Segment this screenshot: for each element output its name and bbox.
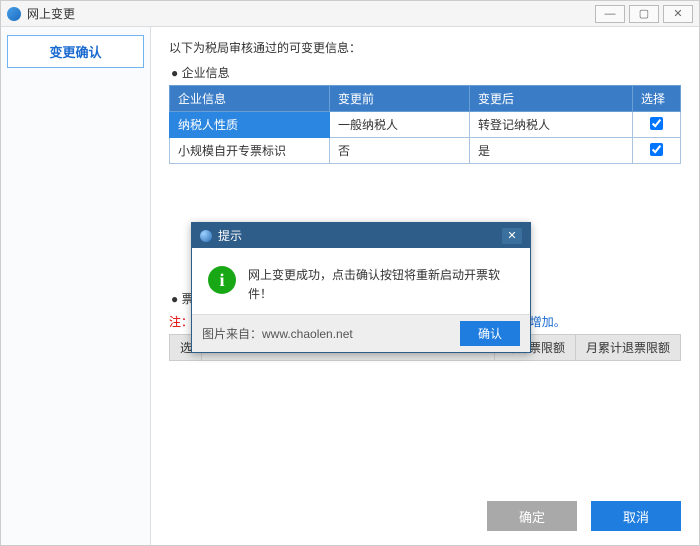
dialog-message: 网上变更成功，点击确认按钮将重新启动开票软件！ — [248, 266, 514, 304]
app-window: 网上变更 — ▢ ✕ 变更确认 以下为税局审核通过的可变更信息： 企业信息 企业… — [0, 0, 700, 546]
maximize-button[interactable]: ▢ — [629, 5, 659, 23]
watermark-text: 图片来自：www.chaolen.net — [202, 325, 353, 342]
minimize-button[interactable]: — — [595, 5, 625, 23]
dialog-titlebar: 提示 ✕ — [192, 223, 530, 248]
dialog-title: 提示 — [218, 227, 502, 244]
dialog-footer: 图片来自：www.chaolen.net 确认 — [192, 314, 530, 352]
dialog-mask: 提示 ✕ i 网上变更成功，点击确认按钮将重新启动开票软件！ 图片来自：www.… — [1, 27, 699, 545]
dialog: 提示 ✕ i 网上变更成功，点击确认按钮将重新启动开票软件！ 图片来自：www.… — [191, 222, 531, 353]
window-title: 网上变更 — [27, 5, 591, 22]
close-button[interactable]: ✕ — [663, 5, 693, 23]
body: 变更确认 以下为税局审核通过的可变更信息： 企业信息 企业信息 变更前 变更后 … — [1, 27, 699, 545]
dialog-confirm-button[interactable]: 确认 — [460, 321, 520, 346]
dialog-app-icon — [200, 230, 212, 242]
app-icon — [7, 7, 21, 21]
dialog-body: i 网上变更成功，点击确认按钮将重新启动开票软件！ — [192, 248, 530, 314]
titlebar: 网上变更 — ▢ ✕ — [1, 1, 699, 27]
dialog-close-button[interactable]: ✕ — [502, 228, 522, 244]
info-icon: i — [208, 266, 236, 294]
